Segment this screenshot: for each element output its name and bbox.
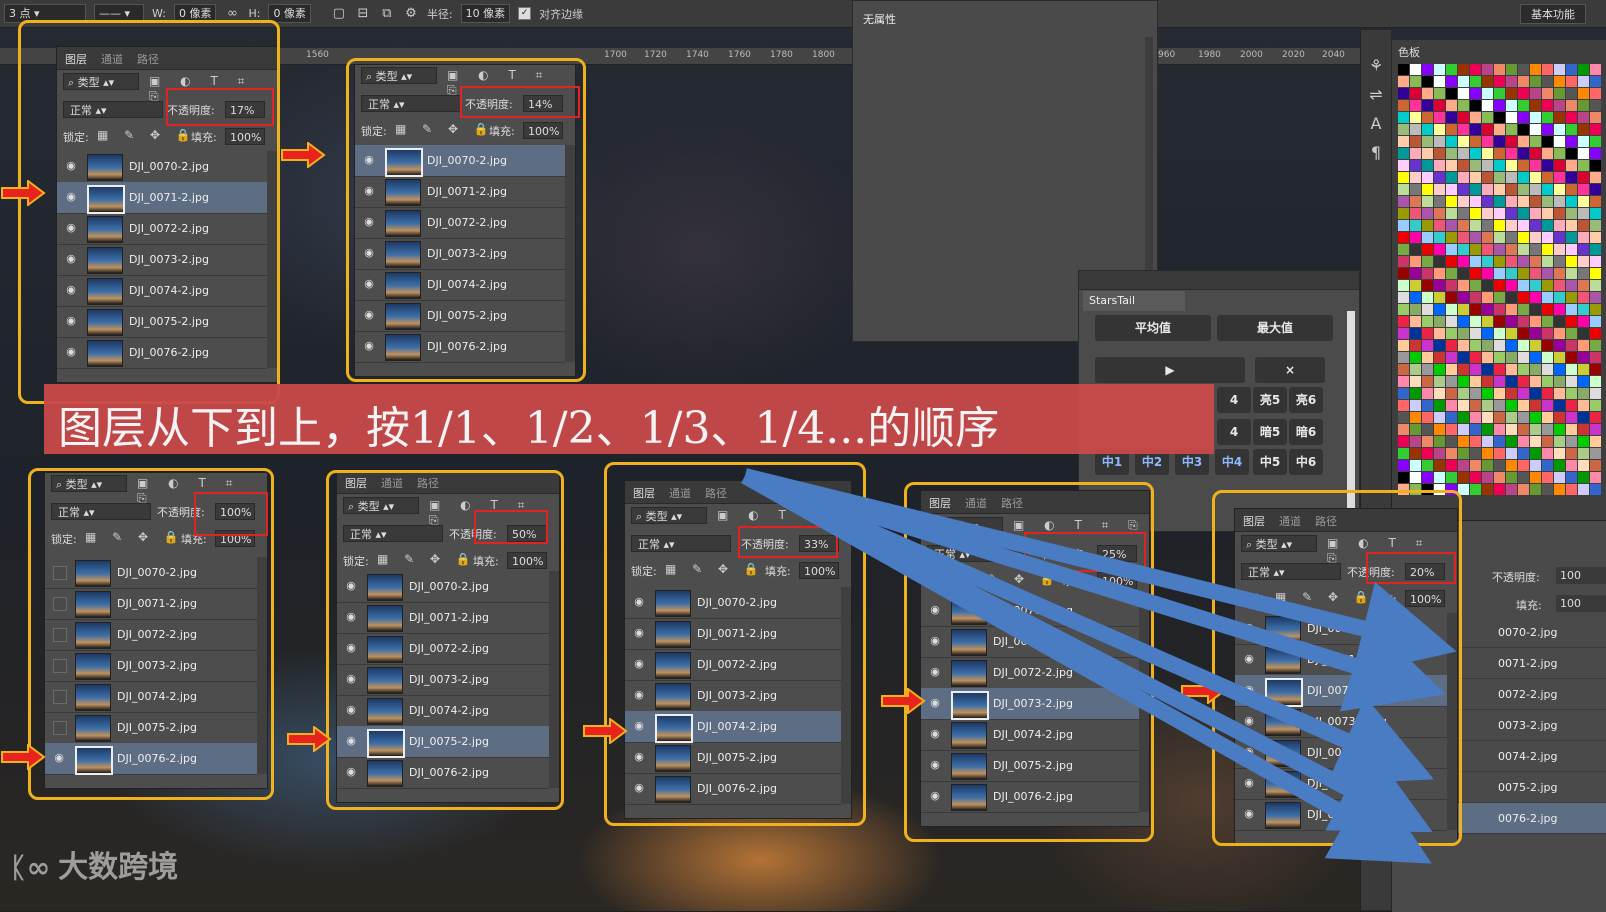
watermark-logo: ᛕ∞ 大数跨境 — [10, 842, 178, 886]
blue-arrow — [741, 469, 1432, 864]
logo-icon: ᛕ∞ — [10, 851, 51, 884]
watermark-text: 大数跨境 — [58, 850, 179, 885]
blue-arrows-overlay — [741, 468, 1457, 864]
